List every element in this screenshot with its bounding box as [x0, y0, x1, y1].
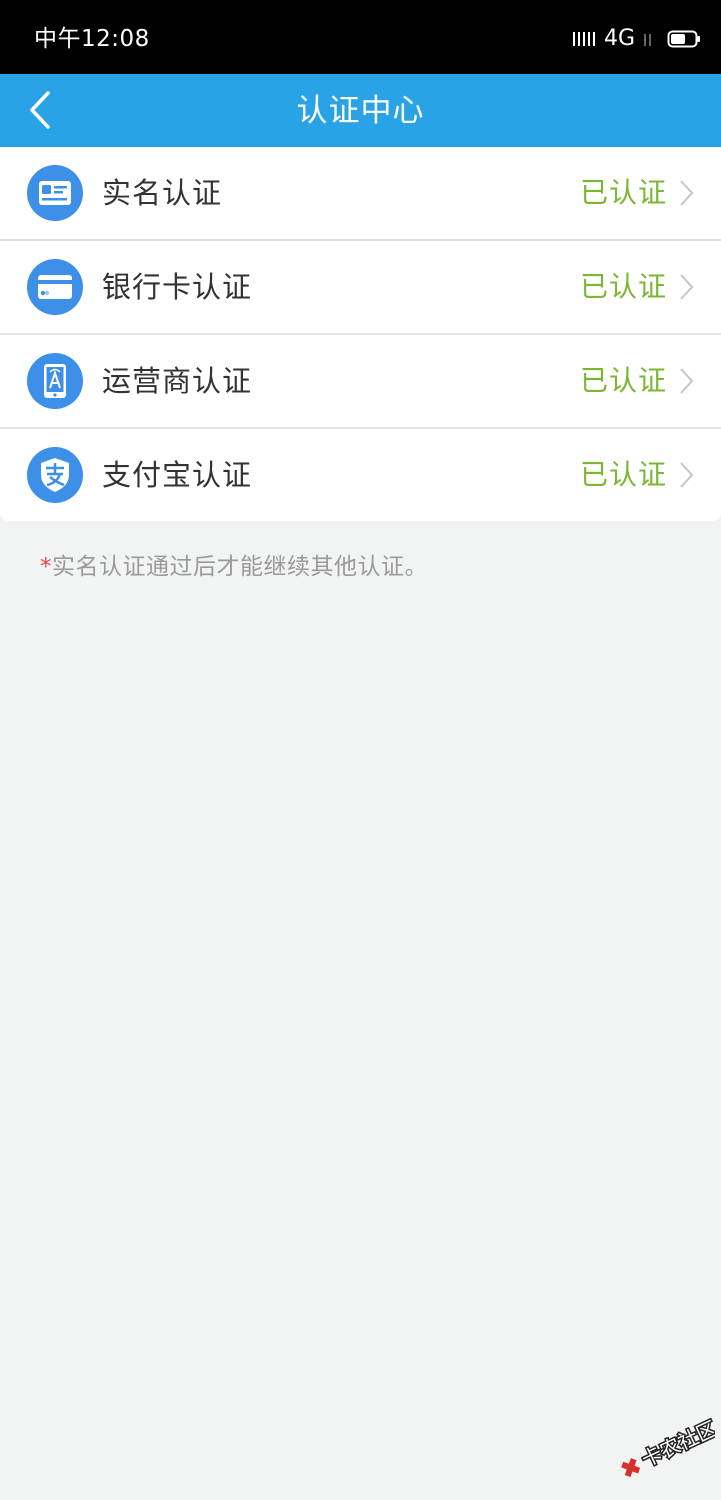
status-time: 中午12:08 [34, 26, 150, 52]
certification-note: *实名认证通过后才能继续其他认证。 [40, 550, 428, 584]
watermark-logo: 卡农社区 [621, 1415, 715, 1478]
cert-item-real-name[interactable]: 实名认证 已认证 [0, 147, 721, 241]
cert-item-carrier[interactable]: 运营商认证 已认证 [0, 335, 721, 429]
certification-list: 实名认证 已认证 银行卡认证 已认证 运营商认证 已认证 支付宝认证 已认证 [0, 147, 721, 521]
watermark-text: 卡农社区 [638, 1416, 715, 1472]
nav-bar: 认证中心 [0, 74, 721, 147]
note-text: 实名认证通过后才能继续其他认证。 [52, 554, 428, 580]
battery-icon [667, 30, 700, 48]
signal-strength-icon [572, 32, 595, 46]
cert-status: 已认证 [579, 458, 667, 491]
cert-item-bank-card[interactable]: 银行卡认证 已认证 [0, 241, 721, 335]
page-title: 认证中心 [296, 93, 425, 129]
mobile-carrier-icon [27, 353, 83, 409]
bank-card-icon [27, 259, 83, 315]
status-bar: 中午12:08 4G [0, 0, 721, 74]
cert-label: 支付宝认证 [102, 458, 253, 492]
cert-label: 运营商认证 [102, 364, 253, 398]
network-type: 4G [603, 26, 635, 51]
cert-status: 已认证 [579, 270, 667, 303]
secondary-signal-icon [644, 34, 651, 46]
chevron-right-icon [680, 368, 694, 394]
cert-label: 实名认证 [102, 176, 223, 210]
cert-status: 已认证 [579, 176, 667, 209]
alipay-icon [27, 447, 83, 503]
chevron-right-icon [680, 180, 694, 206]
id-card-icon [27, 165, 83, 221]
cert-item-alipay[interactable]: 支付宝认证 已认证 [0, 429, 721, 521]
status-indicators: 4G [572, 24, 701, 54]
cert-label: 银行卡认证 [102, 270, 253, 304]
cert-status: 已认证 [579, 364, 667, 397]
required-star: * [40, 554, 52, 580]
chevron-right-icon [680, 274, 694, 300]
chevron-right-icon [680, 462, 694, 488]
